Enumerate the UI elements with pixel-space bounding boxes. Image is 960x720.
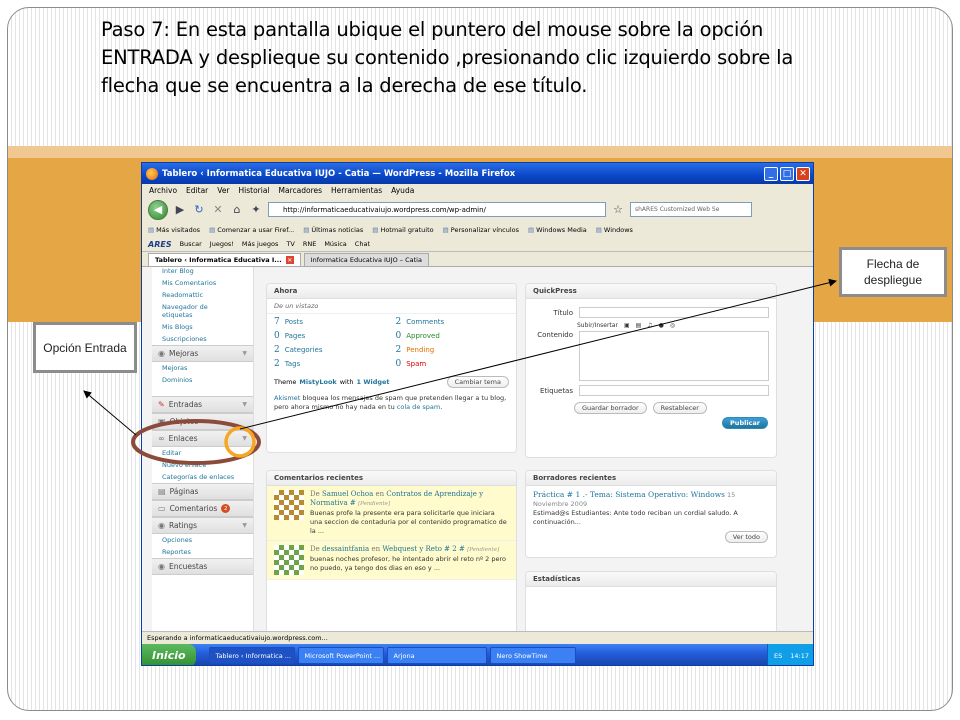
arrow-to-flecha <box>239 278 837 430</box>
arrow-to-entrada <box>83 390 137 436</box>
annotation-overlay <box>83 278 837 465</box>
highlight-circle-arrow <box>224 426 256 458</box>
